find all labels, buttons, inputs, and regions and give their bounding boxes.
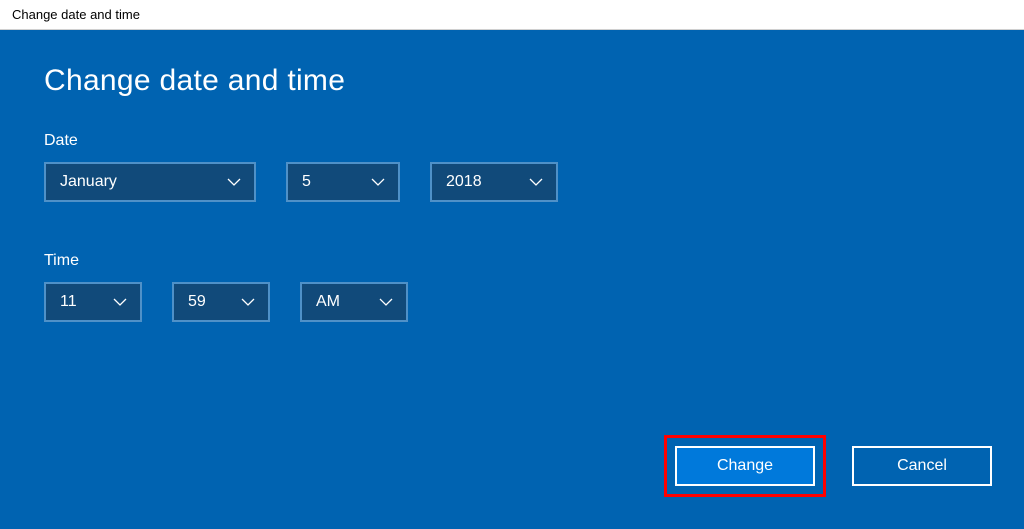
day-value: 5 xyxy=(302,173,311,191)
cancel-button[interactable]: Cancel xyxy=(852,446,992,486)
ampm-dropdown[interactable]: AM xyxy=(300,282,408,322)
titlebar: Change date and time xyxy=(0,0,1024,30)
month-dropdown[interactable]: January xyxy=(44,162,256,202)
chevron-down-icon xyxy=(240,294,256,310)
change-button[interactable]: Change xyxy=(675,446,815,486)
hour-value: 11 xyxy=(60,293,77,311)
change-button-label: Change xyxy=(717,457,773,475)
page-title: Change date and time xyxy=(44,64,980,98)
time-label: Time xyxy=(44,252,980,270)
year-value: 2018 xyxy=(446,173,482,191)
month-value: January xyxy=(60,173,117,191)
date-label: Date xyxy=(44,132,980,150)
dialog-content: Change date and time Date January 5 2018… xyxy=(0,30,1024,529)
chevron-down-icon xyxy=(226,174,242,190)
chevron-down-icon xyxy=(378,294,394,310)
year-dropdown[interactable]: 2018 xyxy=(430,162,558,202)
window-title: Change date and time xyxy=(12,7,140,22)
chevron-down-icon xyxy=(370,174,386,190)
chevron-down-icon xyxy=(528,174,544,190)
hour-dropdown[interactable]: 11 xyxy=(44,282,142,322)
day-dropdown[interactable]: 5 xyxy=(286,162,400,202)
time-row: 11 59 AM xyxy=(44,282,980,322)
cancel-button-label: Cancel xyxy=(897,457,947,475)
ampm-value: AM xyxy=(316,293,340,311)
minute-dropdown[interactable]: 59 xyxy=(172,282,270,322)
highlight-annotation: Change xyxy=(664,435,826,497)
chevron-down-icon xyxy=(112,294,128,310)
date-row: January 5 2018 xyxy=(44,162,980,202)
button-row: Change Cancel xyxy=(664,435,992,497)
minute-value: 59 xyxy=(188,293,206,311)
